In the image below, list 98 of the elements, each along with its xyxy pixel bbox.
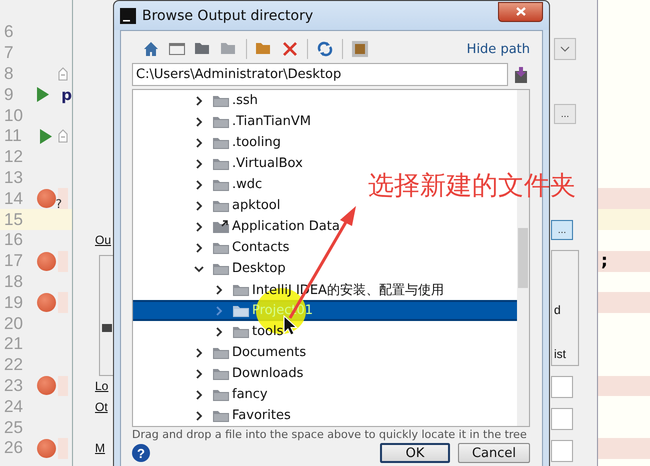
breakpoint-icon[interactable]	[36, 293, 56, 312]
cancel-button[interactable]: Cancel	[458, 443, 530, 463]
run-icon[interactable]	[36, 87, 49, 102]
folder-name[interactable]: .VirtualBox	[232, 156, 303, 171]
folder-icon	[213, 262, 229, 275]
line-number: 13	[3, 168, 24, 188]
hide-path-link[interactable]: Hide path	[466, 42, 530, 56]
folder-icon	[213, 388, 229, 401]
line-number: 26	[3, 438, 24, 458]
folder-name[interactable]: tools	[252, 324, 284, 339]
close-icon	[516, 7, 526, 16]
current-line-highlight	[598, 209, 650, 230]
folder-name[interactable]: Contacts	[232, 240, 290, 255]
line-number: 18	[3, 272, 24, 292]
folder-name[interactable]: Downloads	[232, 366, 304, 381]
browse-button[interactable]: ...	[554, 104, 576, 124]
line-number: 8	[3, 64, 14, 84]
line-number: 20	[3, 314, 24, 334]
breakpoint-line-highlight	[598, 188, 650, 210]
breakpoint-line-highlight	[598, 376, 650, 396]
folder-icon	[213, 157, 229, 170]
folder-icon	[233, 325, 249, 338]
line-number: 22	[3, 355, 24, 376]
folder-icon	[233, 283, 249, 296]
breakpoint-icon[interactable]	[36, 189, 56, 208]
line-number: 16	[3, 230, 24, 250]
line-number: 10	[3, 106, 24, 126]
panel-label: ist	[554, 347, 566, 361]
folder-icon	[233, 304, 249, 317]
fold-icon[interactable]	[58, 66, 68, 81]
line-number: 6	[3, 22, 14, 42]
line-number: 12	[3, 147, 24, 168]
breakpoint-icon[interactable]	[36, 252, 56, 271]
breakpoint-icon[interactable]	[36, 438, 56, 458]
download-icon[interactable]	[512, 66, 530, 84]
line-number: 14	[3, 188, 24, 209]
close-button[interactable]	[498, 2, 543, 22]
line-number: 15	[3, 210, 24, 230]
folder-name[interactable]: .TianTianVM	[232, 114, 311, 129]
app-logo-icon	[120, 8, 136, 24]
folder-icon	[213, 136, 229, 149]
run-icon[interactable]	[40, 128, 52, 144]
chevron-down-icon	[560, 46, 570, 52]
annotation-text: 选择新建的文件夹	[368, 169, 576, 202]
folder-icon	[213, 346, 229, 359]
folder-name[interactable]: fancy	[232, 387, 268, 402]
input-field[interactable]	[551, 440, 573, 462]
breakpoint-line-highlight	[598, 292, 650, 314]
folder-name[interactable]: .tooling	[232, 135, 281, 150]
home-icon[interactable]	[142, 40, 160, 58]
folder-icon	[213, 94, 229, 107]
ok-button[interactable]: OK	[380, 443, 450, 463]
delete-icon[interactable]	[281, 40, 299, 58]
breakpoint-icon[interactable]	[36, 376, 56, 396]
folder-icon	[213, 367, 229, 380]
form-label: Ou	[95, 233, 112, 248]
hint-text: Drag and drop a file into the space above to quickly locate it in the tree	[132, 428, 528, 441]
folder-name[interactable]: .ssh	[232, 93, 258, 108]
line-number: 11	[3, 126, 23, 146]
folder-name[interactable]: apktool	[232, 198, 280, 213]
fold-icon[interactable]	[58, 129, 68, 144]
folder-name[interactable]: Documents	[232, 345, 306, 360]
browse-button[interactable]: ...	[551, 220, 573, 240]
folder-name[interactable]: Desktop	[232, 261, 286, 276]
folder-icon	[213, 199, 229, 212]
line-number: 7	[3, 43, 14, 64]
form-label: M	[95, 441, 105, 456]
panel-label: d	[554, 303, 561, 317]
line-number: 21	[3, 334, 24, 354]
line-number: 24	[3, 396, 24, 417]
folder-name[interactable]: Favorites	[232, 408, 291, 423]
line-number: 23	[3, 376, 24, 396]
window-title: Browse Output directory	[142, 8, 314, 24]
folder-name[interactable]: .wdc	[232, 177, 262, 192]
refresh-icon[interactable]	[316, 40, 334, 58]
help-button[interactable]: ?	[132, 444, 150, 462]
slider-thumb[interactable]	[102, 324, 112, 332]
code-fragment: p	[61, 86, 72, 104]
folder-icon	[213, 409, 229, 422]
folder-name[interactable]: Application Data	[232, 219, 340, 234]
input-field[interactable]	[551, 376, 573, 398]
folder-icon	[213, 241, 229, 254]
breakpoint-label: ?	[56, 197, 62, 212]
input-field[interactable]	[551, 408, 573, 430]
form-label: Ot	[95, 400, 108, 414]
folder-shortcut-icon	[213, 220, 229, 233]
line-number: 25	[3, 418, 24, 438]
dropdown-button[interactable]	[554, 38, 576, 60]
folder-icon	[213, 115, 229, 128]
window-icon[interactable]	[168, 40, 186, 58]
code-fragment: ;	[601, 251, 608, 272]
line-number: 9	[3, 84, 14, 105]
folder-icon	[213, 178, 229, 191]
line-number: 19	[3, 292, 24, 313]
breakpoint-line-highlight	[598, 438, 650, 459]
line-number: 17	[3, 251, 24, 272]
path-field[interactable]: C:\Users\Administrator\Desktop	[132, 63, 508, 86]
form-label: Lo	[95, 378, 108, 393]
